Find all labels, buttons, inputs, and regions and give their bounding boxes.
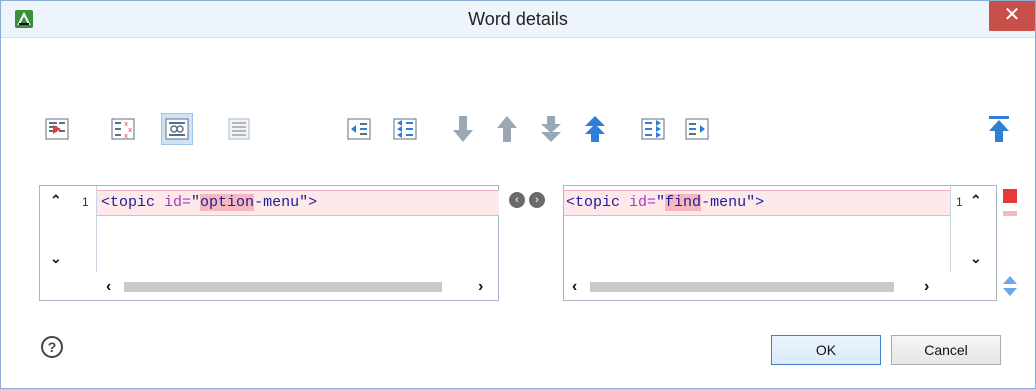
copy-all-changes-right-icon (641, 118, 665, 140)
left-line-number: 1 (82, 195, 89, 209)
left-scroll-thumb[interactable] (124, 282, 442, 292)
scroll-down-arrow-icon[interactable]: ⌄ (970, 250, 982, 267)
accept-right-icon[interactable]: › (529, 192, 545, 208)
left-horizontal-scrollbar[interactable]: ‹ › (96, 278, 498, 296)
right-code-area[interactable]: <topic id="find-menu"> (564, 186, 951, 272)
title-bar: Word details ✕ (1, 1, 1035, 38)
right-code-rest: -menu"> (701, 194, 765, 211)
right-code-diff-word: find (665, 194, 702, 211)
left-code-line: <topic id="option-menu"> (101, 194, 317, 211)
scroll-left-arrow-icon[interactable]: ‹ (572, 278, 577, 296)
copy-all-changes-right-button[interactable] (637, 113, 669, 145)
synchronized-scrolling-button[interactable] (161, 113, 193, 145)
scroll-down-arrow-icon[interactable]: ⌄ (50, 250, 62, 267)
copy-all-changes-left-button[interactable] (389, 113, 421, 145)
synchronized-scrolling-icon (165, 118, 189, 140)
left-gutter: ⌃ 1 ⌄ (40, 186, 96, 300)
format-and-indent-button[interactable] (223, 113, 255, 145)
first-change-button[interactable] (579, 113, 611, 145)
left-code-diff-word: option (200, 194, 255, 211)
ok-button[interactable]: OK (771, 335, 881, 365)
right-line-number: 1 (956, 195, 963, 209)
last-change-icon (541, 116, 561, 142)
left-pane: ⌃ 1 ⌄ <topic id="option-menu"> ‹ › (39, 185, 499, 301)
copy-all-changes-left-icon (393, 118, 417, 140)
svg-text:x: x (124, 132, 128, 140)
word-details-dialog: Word details ✕ x x x ⌃ 1 ⌄ <topic id="op… (0, 0, 1036, 389)
right-code-tag: <topic (566, 194, 630, 211)
scroll-up-arrow-icon[interactable]: ⌃ (970, 192, 982, 209)
right-gutter: 1 ⌃ ⌄ (950, 186, 996, 300)
svg-text:x: x (128, 126, 132, 134)
current-diff-marker[interactable] (1003, 189, 1017, 203)
next-change-button[interactable] (447, 113, 479, 145)
right-code-attr: id= (629, 194, 657, 211)
next-change-icon (453, 116, 473, 142)
previous-change-icon (497, 116, 517, 142)
right-code-line: <topic id="find-menu"> (566, 194, 764, 211)
ignore-whitespace-button[interactable]: x x x (107, 113, 139, 145)
overview-ruler (1001, 189, 1021, 307)
toolbar: x x x (37, 113, 1027, 151)
close-button[interactable]: ✕ (989, 1, 1035, 31)
right-horizontal-scrollbar[interactable]: ‹ › (564, 278, 950, 296)
scroll-up-arrow-icon[interactable]: ⌃ (50, 192, 62, 209)
format-and-indent-icon (228, 118, 250, 140)
scroll-right-arrow-icon[interactable]: › (478, 278, 483, 296)
cancel-button[interactable]: Cancel (891, 335, 1001, 365)
left-code-area[interactable]: <topic id="option-menu"> (96, 186, 499, 272)
diff-connector: ‹ › (499, 185, 563, 215)
show-modification-details-icon (45, 118, 69, 140)
copy-change-left-icon (347, 118, 371, 140)
comparison-editor: ⌃ 1 ⌄ <topic id="option-menu"> ‹ › ‹ › <… (39, 185, 997, 303)
left-code-rest: -menu"> (254, 194, 318, 211)
left-code-quote: " (191, 194, 201, 211)
help-button[interactable]: ? (41, 336, 63, 358)
previous-change-button[interactable] (491, 113, 523, 145)
right-code-quote: " (656, 194, 666, 211)
scroll-right-arrow-icon[interactable]: › (924, 278, 929, 296)
copy-change-right-button[interactable] (681, 113, 713, 145)
left-code-tag: <topic (101, 194, 165, 211)
left-code-attr: id= (164, 194, 192, 211)
show-modification-details-button[interactable] (41, 113, 73, 145)
go-to-first-button[interactable] (983, 113, 1015, 145)
last-change-button[interactable] (535, 113, 567, 145)
copy-change-left-button[interactable] (343, 113, 375, 145)
accept-left-icon[interactable]: ‹ (509, 192, 525, 208)
navigate-diffs-icon[interactable] (1002, 275, 1018, 297)
right-pane: <topic id="find-menu"> 1 ⌃ ⌄ ‹ › (563, 185, 997, 301)
copy-change-right-icon (685, 118, 709, 140)
right-scroll-thumb[interactable] (590, 282, 894, 292)
go-to-first-icon (989, 116, 1009, 142)
window-title: Word details (468, 9, 568, 29)
diff-marker[interactable] (1003, 211, 1017, 216)
ignore-whitespace-icon: x x x (111, 118, 135, 140)
scroll-left-arrow-icon[interactable]: ‹ (106, 278, 111, 296)
first-change-icon (585, 116, 605, 142)
